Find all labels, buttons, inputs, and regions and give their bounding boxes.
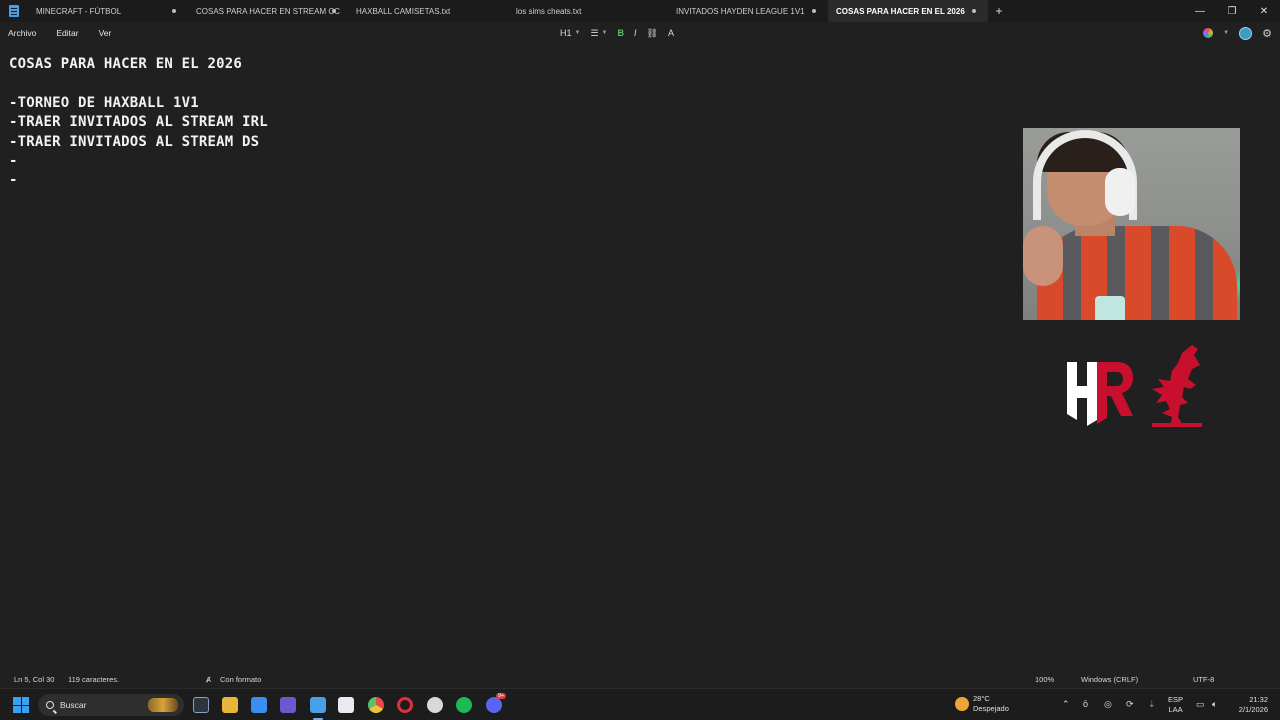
tab-label: COSAS PARA HACER EN EL 2026 (836, 6, 965, 16)
weather-desc: Despejado (973, 704, 1009, 713)
spotify-icon[interactable] (456, 697, 472, 713)
cursor-position: Ln 5, Col 30 (14, 675, 55, 684)
tab-minecraft-futbol[interactable]: MINECRAFT - FÚTBOL (28, 0, 188, 22)
format-toolbar: H1 ▼ ☰ ▼ B I ⛓ A (560, 22, 674, 44)
menu-editar[interactable]: Editar (44, 28, 86, 38)
unsaved-dot-icon (332, 9, 336, 13)
hr-logo (1065, 358, 1135, 428)
download-icon[interactable]: ⇣ (1148, 699, 1156, 710)
task-view-icon[interactable] (193, 697, 209, 713)
encoding[interactable]: UTF-8 (1193, 675, 1214, 684)
calculator-icon[interactable] (251, 697, 267, 713)
copilot-icon[interactable] (1203, 28, 1214, 38)
search-icon (46, 701, 54, 709)
weather-temp: 28°C (973, 694, 990, 703)
date: 2/1/2026 (1238, 705, 1268, 714)
clock-app-icon[interactable] (427, 697, 443, 713)
char-count: 119 caracteres. (68, 675, 120, 684)
tab-los-sims-cheats[interactable]: los sims cheats.txt (508, 0, 668, 22)
tab-cosas-stream-cc[interactable]: COSAS PARA HACER EN STREAM CC (188, 0, 348, 22)
tab-haxball-camisetas[interactable]: HAXBALL CAMISETAS.txt (348, 0, 508, 22)
chevron-down-icon[interactable]: ▼ (1223, 30, 1229, 36)
time: 21:32 (1249, 695, 1268, 704)
chevron-up-icon[interactable]: ⌃ (1062, 699, 1070, 710)
heading-label: H1 (560, 28, 572, 38)
weather-widget[interactable]: 28°C Despejado (955, 694, 1009, 714)
unsaved-dot-icon (972, 9, 976, 13)
new-tab-button[interactable]: + (988, 0, 1010, 22)
lang-bottom: LAA (1168, 705, 1183, 714)
editor-line: -TRAER INVITADOS AL STREAM DS (9, 134, 260, 150)
tab-cosas-2026[interactable]: COSAS PARA HACER EN EL 2026 (828, 0, 988, 22)
search-highlight-icon (148, 698, 178, 712)
clock[interactable]: 21:32 2/1/2026 (1232, 695, 1268, 715)
status-bar: Ln 5, Col 30 119 caracteres. Ⱥ Con forma… (0, 670, 1280, 688)
notepad-icon[interactable] (310, 697, 326, 713)
menu-archivo[interactable]: Archivo (0, 28, 44, 38)
chevron-down-icon: ▼ (574, 30, 581, 36)
account-avatar-icon[interactable] (1239, 26, 1253, 40)
teams-icon[interactable] (280, 697, 296, 713)
menu-ver[interactable]: Ver (87, 28, 120, 38)
taskbar: Buscar 9+ 28°C Despejado ⌃ ō ◎ ⟳ ⇣ ESP LAA… (0, 688, 1280, 720)
editor-line: COSAS PARA HACER EN EL 2026 (9, 56, 242, 72)
lang-top: ESP (1168, 695, 1184, 704)
editor-line: - (9, 153, 18, 169)
volume-icon[interactable]: 🔈︎ (1212, 699, 1217, 710)
tab-label: INVITADOS HAYDEN LEAGUE 1V1 (676, 6, 805, 16)
file-explorer-icon[interactable] (222, 697, 238, 713)
tab-label: los sims cheats.txt (516, 6, 582, 16)
bold-button[interactable]: B (618, 28, 625, 38)
taskbar-search[interactable]: Buscar (38, 694, 184, 716)
unsaved-dot-icon (812, 9, 816, 13)
window-controls: — ❐ ✕ (1184, 0, 1280, 22)
sync-icon[interactable]: ⟳ (1126, 699, 1134, 710)
opera-icon[interactable] (397, 697, 413, 713)
zoom-level[interactable]: 100% (1035, 675, 1054, 684)
editor-line: -TORNEO DE HAXBALL 1V1 (9, 95, 199, 111)
notepad-app-icon (0, 0, 28, 22)
tab-label: HAXBALL CAMISETAS.txt (356, 6, 451, 16)
list-dropdown[interactable]: ☰ ▼ (590, 28, 607, 39)
unsaved-dot-icon (172, 9, 176, 13)
snipping-tool-icon[interactable] (338, 697, 354, 713)
clear-format-button[interactable]: A (668, 28, 674, 38)
title-bar: MINECRAFT - FÚTBOL COSAS PARA HACER EN S… (0, 0, 1280, 22)
minimize-button[interactable]: — (1184, 0, 1216, 22)
tray-app-icon[interactable]: ō (1083, 699, 1088, 709)
tab-label: MINECRAFT - FÚTBOL (36, 6, 122, 16)
chevron-down-icon: ▼ (601, 30, 608, 36)
link-button[interactable]: ⛓ (647, 28, 658, 39)
close-button[interactable]: ✕ (1248, 0, 1280, 22)
menu-bar: Archivo Editar Ver H1 ▼ ☰ ▼ B I ⛓ A ▼ ⚙ (0, 22, 1280, 44)
tray-app-icon[interactable]: ◎ (1104, 699, 1112, 710)
liverbird-logo (1148, 343, 1206, 429)
maximize-button[interactable]: ❐ (1216, 0, 1248, 22)
line-ending[interactable]: Windows (CRLF) (1081, 675, 1138, 684)
windows-start-icon[interactable] (13, 697, 29, 713)
list-icon: ☰ (590, 27, 599, 38)
chrome-icon[interactable] (368, 697, 384, 713)
format-mode[interactable]: Con formato (220, 675, 261, 684)
tab-invitados-hayden[interactable]: INVITADOS HAYDEN LEAGUE 1V1 (668, 0, 828, 22)
tab-label: COSAS PARA HACER EN STREAM CC (196, 6, 340, 16)
heading-dropdown[interactable]: H1 ▼ (560, 28, 580, 38)
editor-line: - (9, 172, 18, 188)
discord-badge: 9+ (496, 693, 507, 699)
gear-icon[interactable]: ⚙ (1262, 27, 1272, 40)
network-icon[interactable]: ▭ (1196, 699, 1205, 710)
sun-icon (955, 697, 969, 711)
language-indicator[interactable]: ESP LAA (1168, 695, 1183, 715)
webcam-overlay (1023, 128, 1240, 320)
discord-icon[interactable] (486, 697, 502, 713)
italic-button[interactable]: I (634, 28, 637, 38)
right-tools: ▼ ⚙ (1203, 22, 1272, 44)
editor-line: -TRAER INVITADOS AL STREAM IRL (9, 114, 268, 130)
search-label: Buscar (60, 700, 87, 710)
format-icon: Ⱥ (206, 675, 212, 684)
